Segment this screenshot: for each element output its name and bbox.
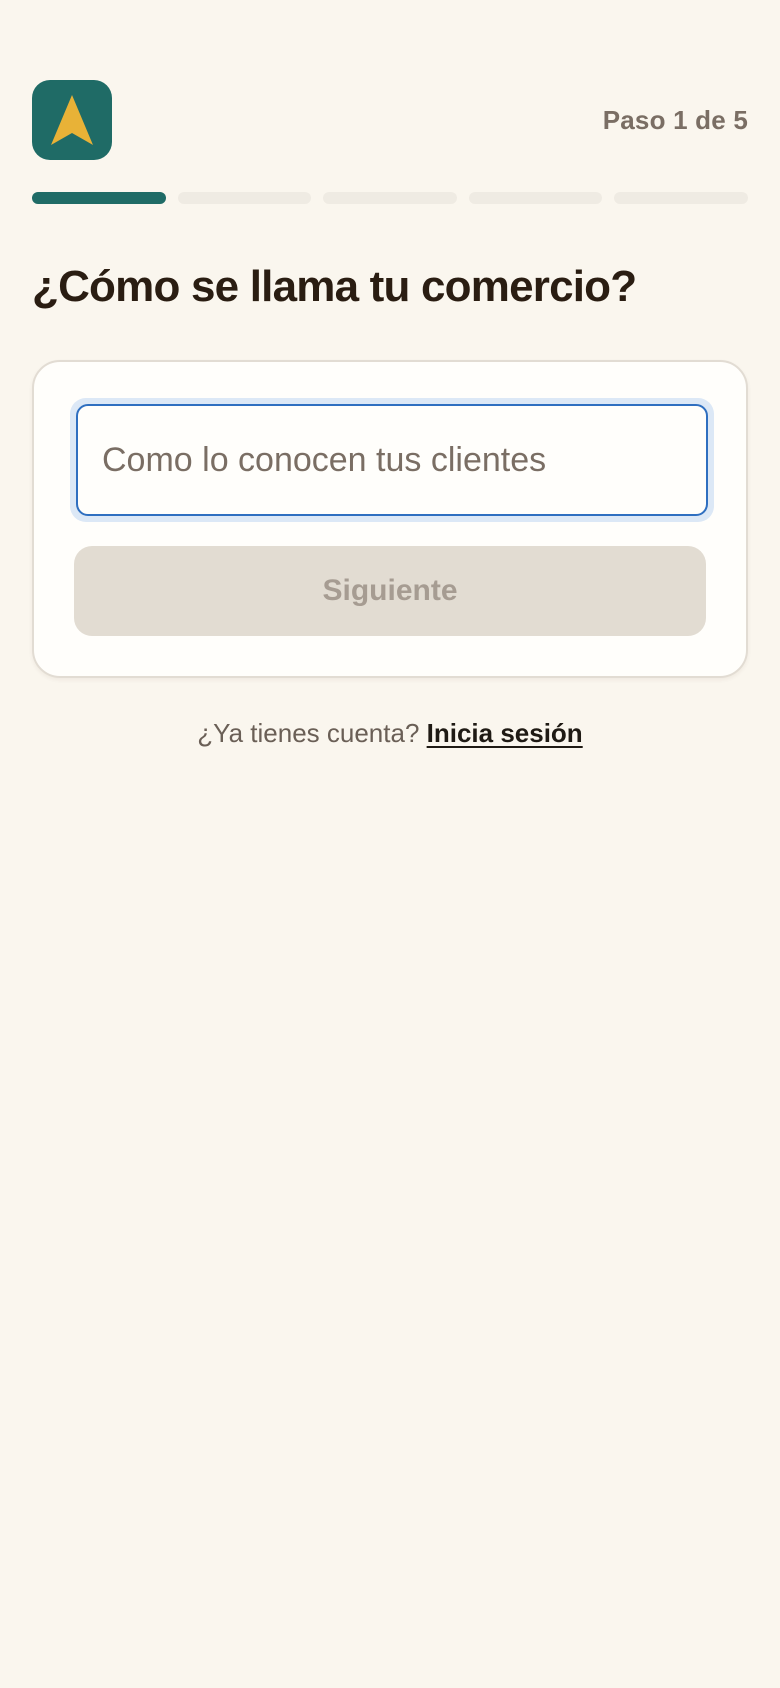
progress-step-2 [177,192,312,204]
login-prompt: ¿Ya tienes cuenta? Inicia sesión [0,718,780,749]
login-prompt-text: ¿Ya tienes cuenta? [197,718,427,748]
progress-step-3 [323,192,457,204]
progress-step-4 [468,192,603,204]
login-link[interactable]: Inicia sesión [427,718,583,748]
page-title: ¿Cómo se llama tu comercio? [32,262,637,311]
progress-step-5 [614,192,748,204]
progress-bar [32,192,748,204]
form-card: Siguiente [32,360,748,678]
step-counter: Paso 1 de 5 [602,104,748,135]
arrow-up-logo-icon [51,95,93,145]
input-focus-ring [70,398,714,522]
next-button[interactable]: Siguiente [74,546,706,636]
progress-step-1 [32,192,166,204]
header: Paso 1 de 5 [32,80,748,160]
business-name-input[interactable] [76,404,708,516]
onboarding-page: Paso 1 de 5 ¿Cómo se llama tu comercio? … [0,0,780,1688]
app-logo [32,80,112,160]
